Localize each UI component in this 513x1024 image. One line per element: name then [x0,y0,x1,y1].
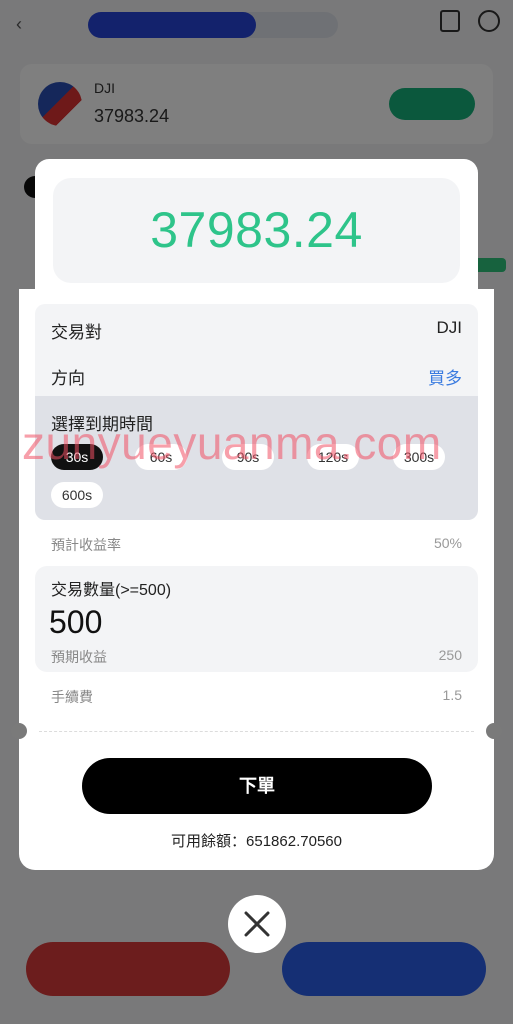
yield-label: 預計收益率 [51,537,121,553]
trade-info: 交易對 DJI 方向 買多 [35,304,478,398]
pair-value: DJI [436,318,463,337]
expiry-title: 選擇到期時間 [51,415,153,434]
available-balance: 可用餘額：651862.70560 [171,833,342,850]
direction-row: 方向 買多 [51,364,462,389]
quantity-label: 交易數量(>=500) [51,582,172,599]
price-display: 37983.24 [53,178,460,283]
expiry-option-30s[interactable]: 30s [51,444,103,470]
expiry-selector: 選擇到期時間 30s 60s 90s 120s 300s 600s [35,396,478,520]
fee-row: 手續費 1.5 [51,687,462,707]
place-order-button[interactable]: 下單 [82,758,432,814]
divider [39,731,474,732]
direction-value: 買多 [428,369,462,388]
expiry-option-600s[interactable]: 600s [51,482,103,508]
yield-row: 預計收益率 50% [51,535,462,555]
expiry-option-300s[interactable]: 300s [393,444,445,470]
fee-label: 手續費 [51,689,93,705]
quantity-box: 交易數量(>=500) 預期收益 250 [35,566,478,672]
expected-income-value: 250 [438,647,462,663]
close-button[interactable] [228,895,286,953]
expiry-option-90s[interactable]: 90s [222,444,274,470]
pair-label: 交易對 [51,323,102,342]
expected-income-row: 預期收益 250 [51,647,462,667]
close-icon [244,911,270,937]
pair-row: 交易對 DJI [51,318,462,343]
yield-value: 50% [433,535,462,551]
expiry-option-60s[interactable]: 60s [135,444,187,470]
current-price: 37983.24 [150,202,363,258]
expected-income-label: 預期收益 [51,649,107,665]
order-modal: 37983.24 交易對 DJI 方向 買多 選擇到期時間 30s 60s 90… [11,159,502,870]
expiry-option-120s[interactable]: 120s [307,444,359,470]
direction-label: 方向 [51,369,85,388]
quantity-input[interactable] [49,604,249,641]
fee-value: 1.5 [442,687,462,703]
